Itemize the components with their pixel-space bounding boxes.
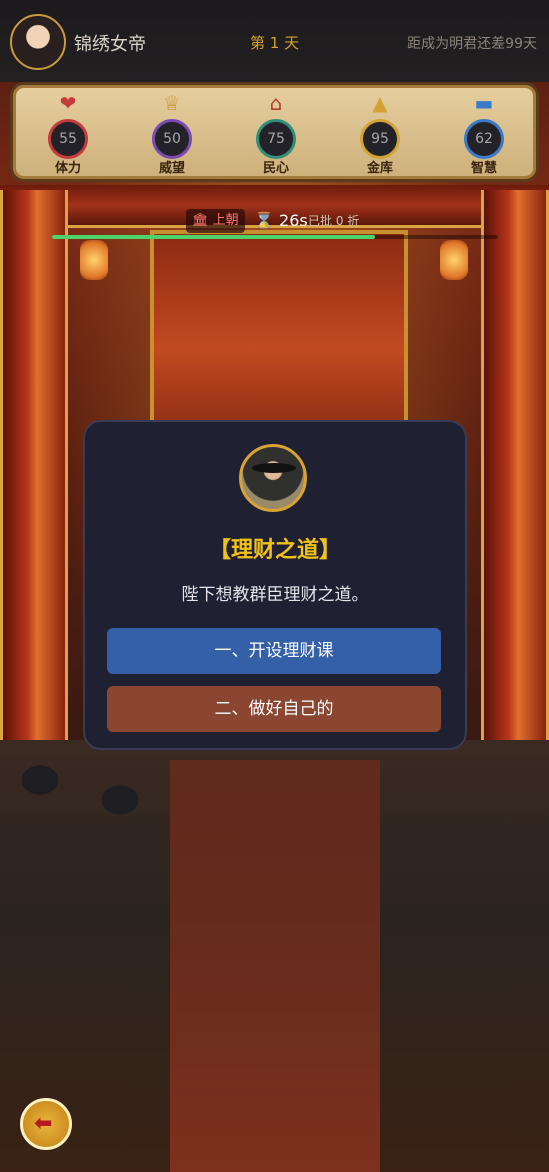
stat-value: 50 [152, 119, 192, 159]
event-title: 【理财之道】 [208, 538, 341, 563]
goal-text: 距成为明君还差99天 [407, 36, 537, 52]
lantern-left [80, 240, 108, 280]
stat-label: 民心 [262, 161, 289, 176]
day-counter: 第 1 天 [250, 34, 300, 52]
top-bar: 锦绣女帝 第 1 天 距成为明君还差99天 [0, 0, 549, 82]
heart-icon: ❤ [59, 91, 77, 115]
stat-value: 55 [48, 119, 88, 159]
stat-treasury: ▲ 95 金库 [345, 91, 415, 176]
stat-value: 75 [256, 119, 296, 159]
stat-public-support: ⌂ 75 民心 [241, 91, 311, 176]
status-strip: 🏛 上朝 ⌛ 26s 已批 0 折 [52, 205, 498, 241]
countdown-timer: ⌛ 26s [254, 209, 308, 233]
court-session-badge: 🏛 上朝 [186, 209, 245, 233]
back-button[interactable]: ⬅ [20, 1098, 72, 1150]
timer-value: 26s [279, 211, 308, 230]
red-carpet [170, 760, 380, 1172]
hourglass-icon: ⌛ [254, 211, 274, 230]
approved-count: 已批 0 折 [308, 214, 360, 228]
stat-prestige: ♕ 50 威望 [137, 91, 207, 176]
advisor-avatar [239, 444, 307, 512]
stats-panel: ❤ 55 体力 ♕ 50 威望 ⌂ 75 民心 ▲ 95 金库 ▬ 62 智慧 [10, 82, 539, 182]
progress-bar [52, 235, 498, 239]
house-icon: ⌂ [269, 91, 283, 115]
option-1-button[interactable]: 一、开设理财课 [107, 628, 441, 674]
player-name: 锦绣女帝 [74, 34, 146, 55]
arrow-left-icon: ⬅ [34, 1111, 53, 1136]
player-avatar[interactable] [10, 14, 66, 70]
progress-fill [52, 235, 376, 239]
event-dialog: 【理财之道】 陛下想教群臣理财之道。 一、开设理财课 二、做好自己的 [83, 420, 467, 750]
stat-stamina: ❤ 55 体力 [33, 91, 103, 176]
crown-icon: ♕ [163, 91, 181, 115]
scroll-icon: ▬ [474, 91, 494, 115]
lantern-right [440, 240, 468, 280]
stat-label: 智慧 [470, 161, 497, 176]
stat-label: 金库 [366, 161, 393, 176]
stat-value: 62 [464, 119, 504, 159]
stat-wisdom: ▬ 62 智慧 [449, 91, 519, 176]
option-2-button[interactable]: 二、做好自己的 [107, 686, 441, 732]
court-label: 上朝 [212, 213, 239, 228]
stat-value: 95 [360, 119, 400, 159]
temple-icon: 🏛 [192, 213, 209, 228]
stat-label: 体力 [54, 161, 81, 176]
gold-ingot-icon: ▲ [372, 91, 388, 115]
stat-label: 威望 [158, 161, 185, 176]
event-description: 陛下想教群臣理财之道。 [181, 585, 369, 605]
